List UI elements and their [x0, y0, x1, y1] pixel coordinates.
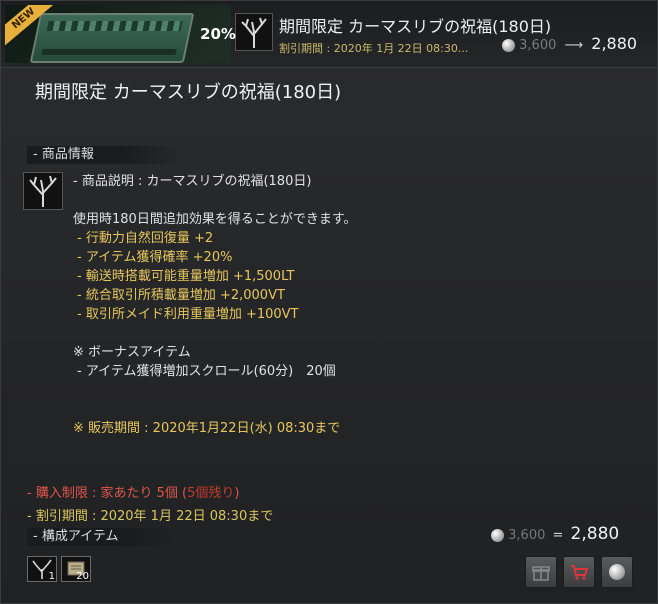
silver-coin-icon — [491, 529, 504, 542]
discount-badge: 20% — [196, 16, 240, 52]
effect-line: - アイテム獲得確率 +20% — [77, 250, 233, 265]
component-qty: 1 — [48, 571, 55, 582]
old-price: 3,600 — [519, 38, 557, 53]
component-item[interactable]: 20 — [61, 556, 91, 582]
silver-coin-icon — [609, 564, 625, 580]
item-icon — [23, 172, 63, 210]
gift-button[interactable] — [525, 556, 557, 588]
bonus-header: ※ ボーナスアイテム — [73, 345, 191, 360]
bonus-item: - アイテム獲得増加スクロール(60分) 20個 — [77, 364, 336, 379]
chest-illustration — [29, 13, 195, 63]
add-to-cart-button[interactable] — [563, 556, 595, 588]
bottom-old-price: 3,600 — [508, 528, 546, 543]
section-product-info: - 商品情報 — [27, 146, 183, 164]
effect-line: - 統合取引所積載量増加 +2,000VT — [77, 288, 285, 303]
restriction-prefix: - 購入制限 : 家あたり 5個 ( — [27, 486, 188, 501]
arrow-icon: ⟶ — [564, 38, 584, 53]
item-thumbnail — [235, 13, 273, 51]
sale-period: ※ 販売期間 : 2020年1月22日(水) 08:30まで — [73, 421, 341, 436]
tree-icon — [29, 175, 57, 207]
item-detail-panel: NEW 20% 期間限定 カーマスリブの祝福(180日) 割引期間 : 2020… — [0, 0, 658, 604]
effect-line: - 輸送時搭載可能重量増加 +1,500LT — [77, 269, 295, 284]
gift-icon — [532, 566, 550, 581]
bottom-price: 3,600 = 2,880 — [491, 524, 619, 544]
header-price: 3,600 ⟶ 2,880 — [502, 34, 637, 53]
bottom-new-price: 2,880 — [570, 524, 620, 544]
product-description: - 商品説明 : カーマスリブの祝福(180日) — [73, 174, 312, 189]
header-bar: NEW 20% 期間限定 カーマスリブの祝福(180日) 割引期間 : 2020… — [1, 1, 657, 68]
new-price: 2,880 — [591, 34, 638, 53]
restriction-suffix: ) — [234, 486, 240, 501]
component-item[interactable]: 1 — [27, 556, 57, 582]
purchase-restriction: - 購入制限 : 家あたり 5個 (5個残り) — [27, 482, 239, 501]
effect-line: - 取引所メイド利用重量増加 +100VT — [77, 307, 299, 322]
silver-coin-icon — [502, 39, 515, 52]
arrow-icon: = — [552, 528, 564, 543]
header-discount-period: 割引期間 : 2020年 1月 22日 08:30... — [279, 42, 469, 55]
cart-icon — [571, 565, 589, 580]
description-intro: 使用時180日間追加効果を得ることができます。 — [73, 212, 357, 227]
tree-icon — [241, 17, 267, 48]
page-title: 期間限定 カーマスリブの祝福(180日) — [35, 82, 342, 103]
restriction-remaining: 5個残り — [187, 486, 235, 501]
component-qty: 20 — [76, 571, 89, 582]
section-components: - 構成アイテム — [27, 528, 183, 546]
buy-with-silver-button[interactable] — [601, 556, 633, 588]
effect-line: - 行動力自然回復量 +2 — [77, 231, 214, 246]
discount-label: 20% — [200, 25, 236, 43]
discount-period: - 割引期間 : 2020年 1月 22日 08:30まで — [27, 509, 274, 524]
